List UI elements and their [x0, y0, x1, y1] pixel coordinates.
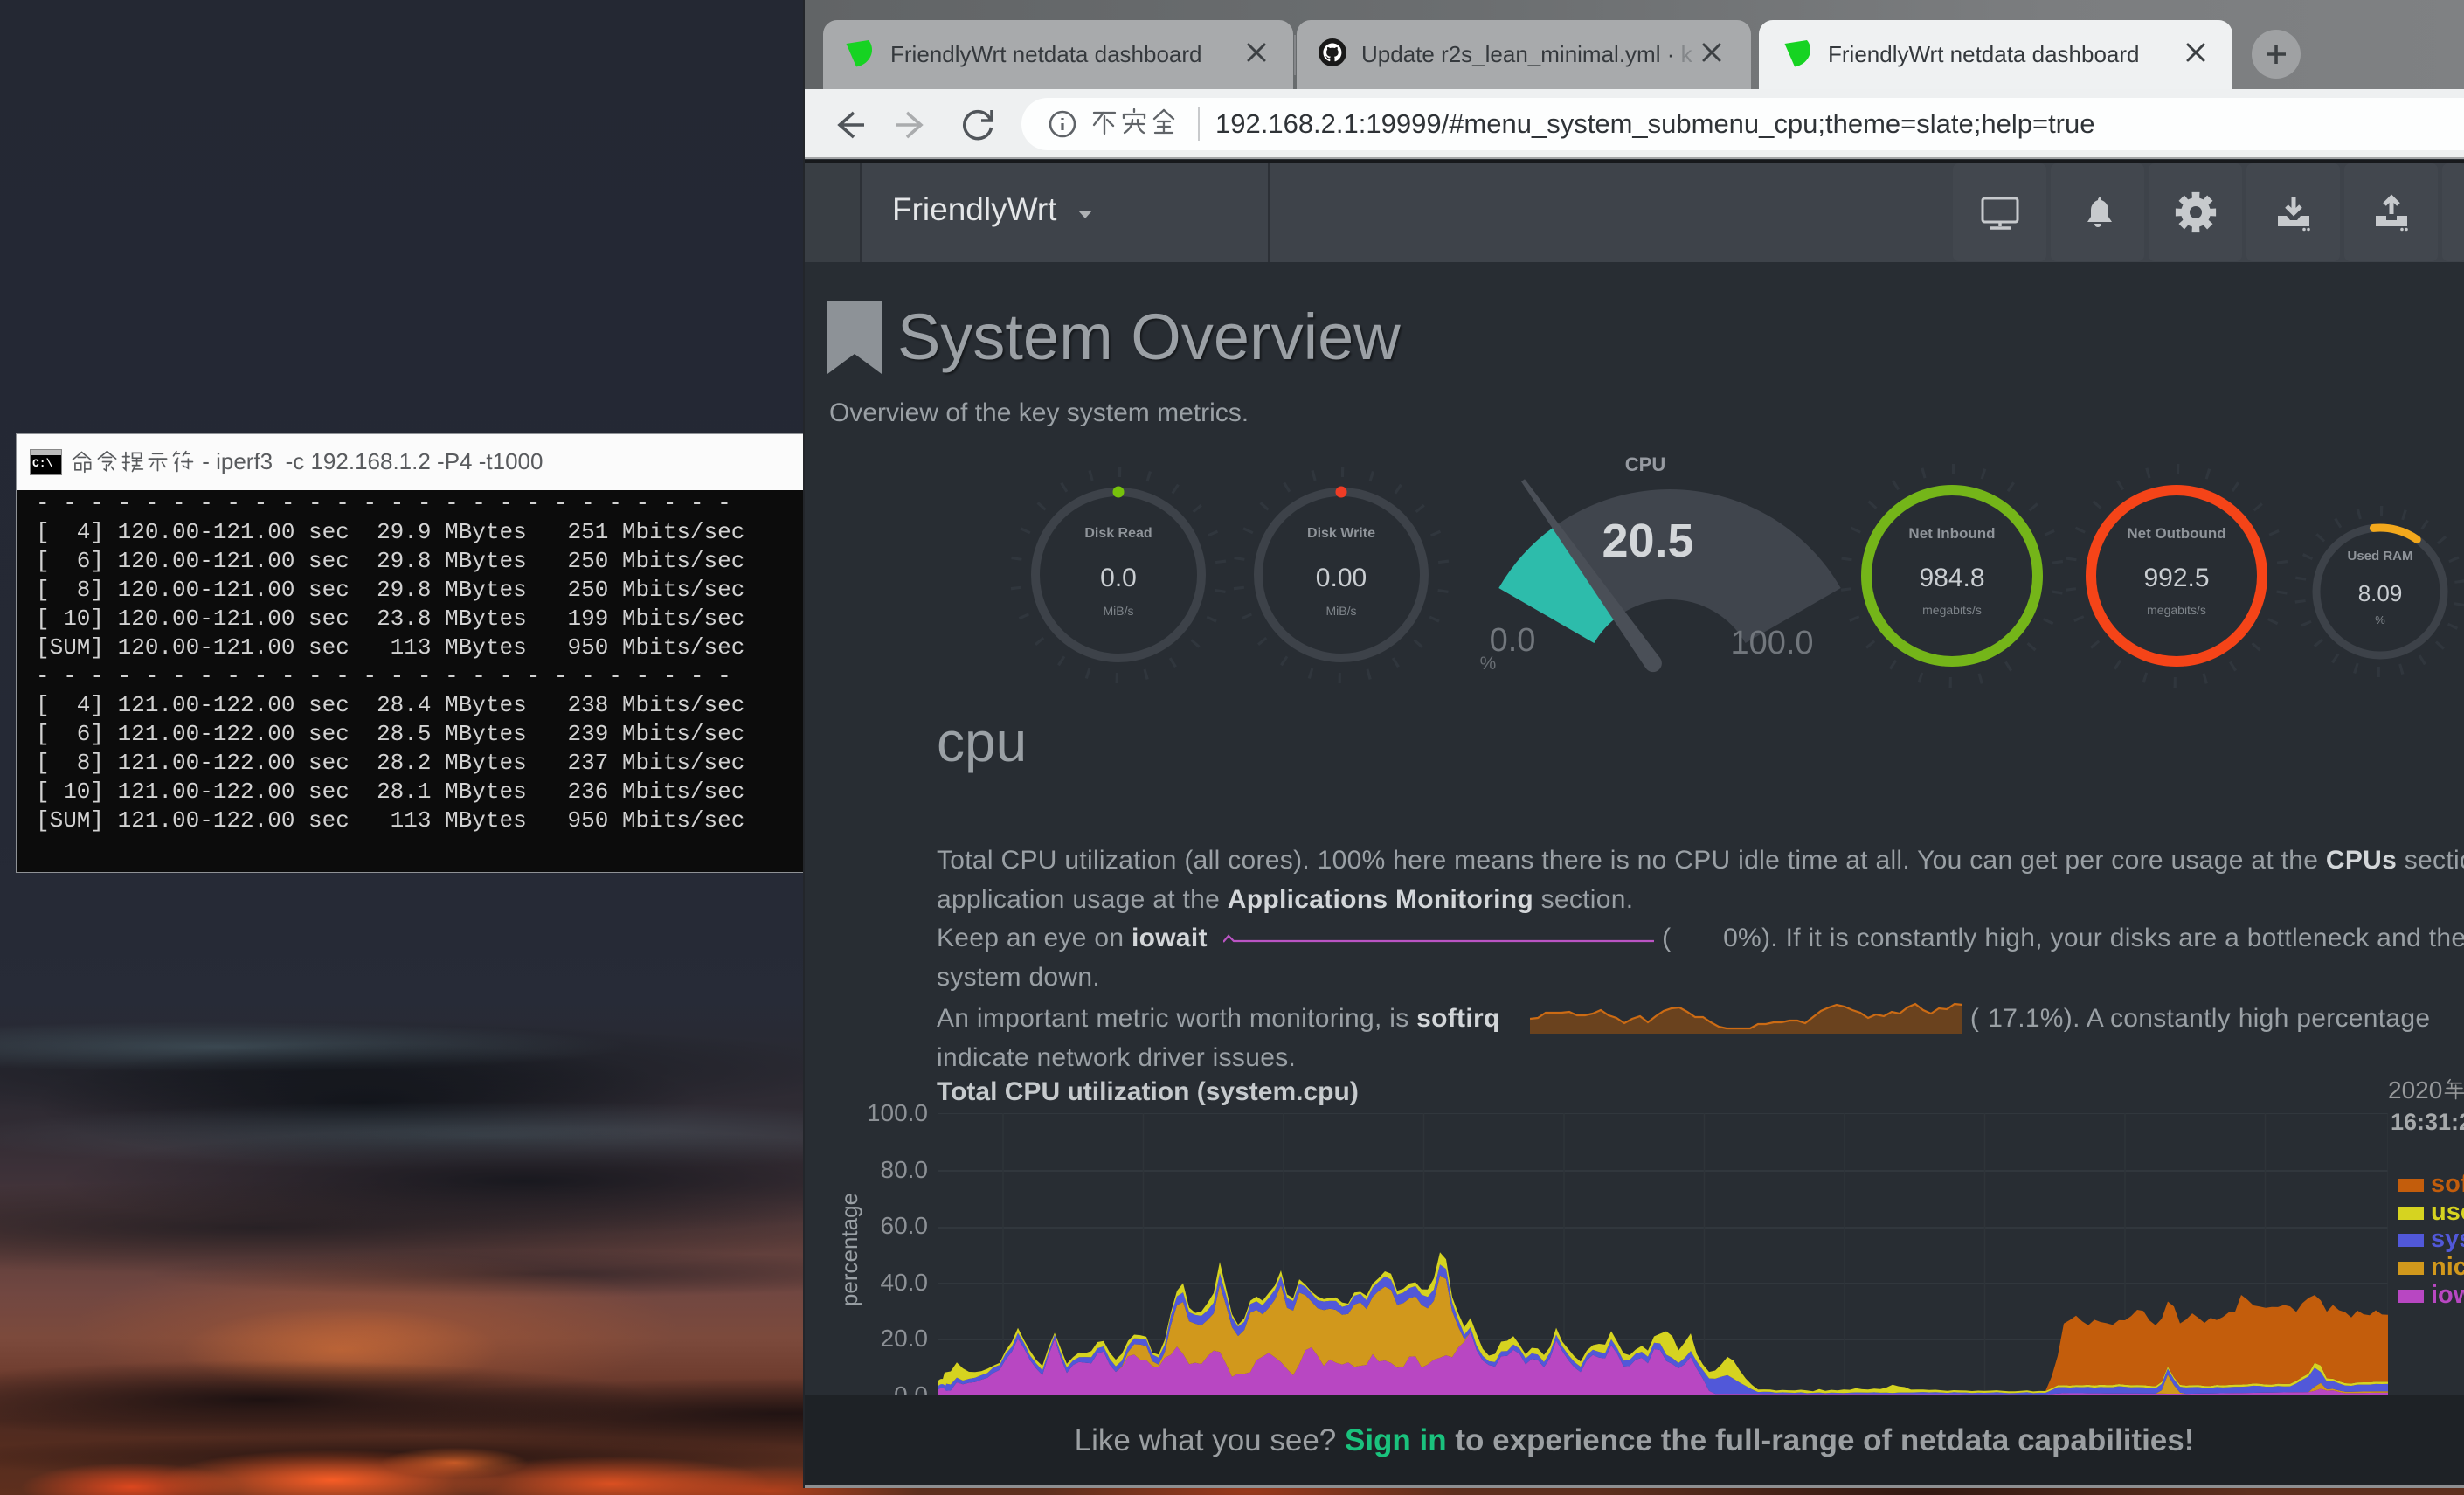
svg-text:megabits/s: megabits/s: [1922, 603, 1982, 617]
svg-text:megabits/s: megabits/s: [2147, 603, 2206, 617]
svg-text:992.5: 992.5: [2143, 564, 2209, 592]
svg-text:Net Inbound: Net Inbound: [1908, 525, 1995, 542]
svg-text:MiB/s: MiB/s: [1326, 604, 1357, 618]
svg-text:0.0: 0.0: [1100, 564, 1137, 592]
svg-text:Disk Read: Disk Read: [1084, 526, 1152, 541]
svg-text:Net Outbound: Net Outbound: [2127, 525, 2225, 542]
svg-text:MiB/s: MiB/s: [1104, 604, 1134, 618]
svg-text:100.0: 100.0: [1730, 625, 1813, 661]
svg-text:0.0: 0.0: [1490, 622, 1536, 659]
svg-text:Disk Write: Disk Write: [1307, 526, 1375, 541]
svg-text:984.8: 984.8: [1919, 564, 1984, 592]
svg-text:20.5: 20.5: [1602, 515, 1693, 567]
svg-text:%: %: [1480, 654, 1497, 674]
svg-text:CPU: CPU: [1625, 453, 1665, 475]
svg-text:0.00: 0.00: [1316, 564, 1367, 592]
